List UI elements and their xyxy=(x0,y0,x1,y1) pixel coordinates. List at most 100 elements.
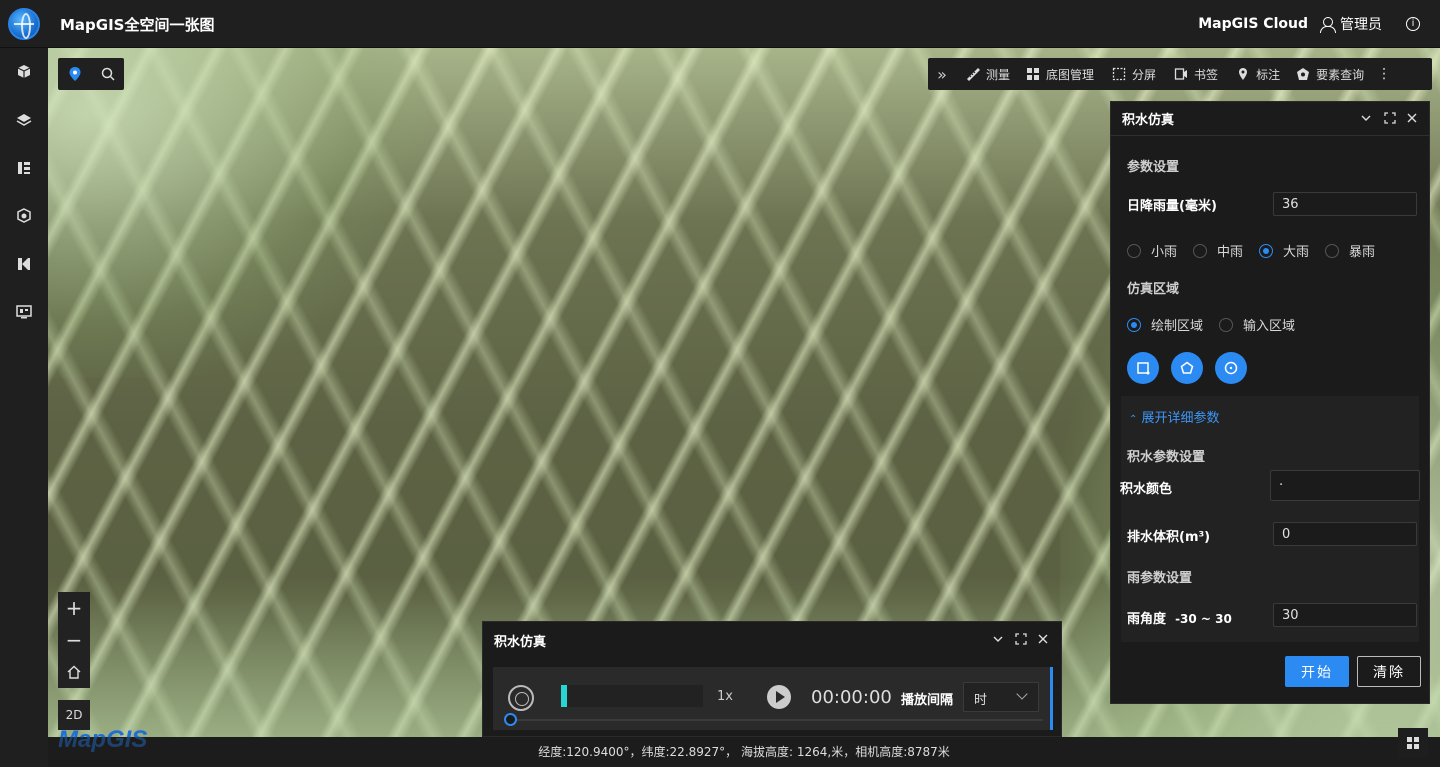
toolbar-annotate-label: 标注 xyxy=(1256,67,1281,82)
rectangle-icon xyxy=(1137,362,1150,375)
collapse-chevron-icon[interactable] xyxy=(1359,112,1373,126)
toolbar-basemap-label: 底图管理 xyxy=(1046,67,1095,82)
zoom-controls: + − xyxy=(58,592,90,688)
polygon-icon xyxy=(1180,361,1194,374)
playback-header: 积水仿真 xyxy=(483,622,1061,658)
panel-header: 积水仿真 xyxy=(1111,102,1429,136)
toolbar-basemap[interactable]: 底图管理 xyxy=(1026,58,1094,90)
zoom-in-button[interactable]: + xyxy=(58,592,90,624)
chevron-up-icon: ⌃ xyxy=(1129,414,1138,425)
toolbar-bookmark-label: 书签 xyxy=(1194,67,1219,82)
catalog-icon xyxy=(18,162,30,174)
coordinate-status-bar: 经度:120.9400°，纬度:22.8927°， 海拔高度: 1264,米，相… xyxy=(48,737,1440,767)
interval-label: 播放间隔 xyxy=(901,693,954,708)
draw-circle-button[interactable] xyxy=(1215,352,1247,384)
rainfall-input[interactable] xyxy=(1273,192,1417,216)
toolbar-bookmark[interactable]: 书签 xyxy=(1174,58,1218,90)
radio-label: 暴雨 xyxy=(1349,245,1376,260)
analysis-icon xyxy=(18,258,30,270)
search-icon xyxy=(101,67,115,81)
playback-panel: 积水仿真 1x 00:00:00 播放间隔 时 xyxy=(482,621,1062,737)
draw-rectangle-button[interactable] xyxy=(1127,352,1159,384)
interval-select[interactable]: 时 xyxy=(963,682,1039,712)
cloud-link[interactable]: MapGIS Cloud xyxy=(1198,16,1308,32)
double-chevron-right-icon: » xyxy=(937,64,947,84)
sidebar-item-screen[interactable] xyxy=(0,288,48,336)
drain-volume-input[interactable] xyxy=(1273,522,1417,546)
expand-details-link[interactable]: ⌃ 展开详细参数 xyxy=(1129,407,1220,426)
clear-button[interactable]: 清除 xyxy=(1357,656,1421,687)
location-button[interactable] xyxy=(58,58,91,90)
sidebar-item-layers[interactable] xyxy=(0,96,48,144)
radio-label: 大雨 xyxy=(1283,245,1310,260)
bookmark-icon xyxy=(1174,68,1188,80)
sidebar-item-catalog[interactable] xyxy=(0,144,48,192)
grid-icon xyxy=(1027,68,1040,80)
interval-value: 时 xyxy=(974,693,988,708)
toolbar-query[interactable]: 要素查询 xyxy=(1296,58,1364,90)
close-icon[interactable] xyxy=(1405,112,1419,126)
radio-input-region[interactable]: 输入区域 xyxy=(1219,315,1295,334)
water-color-input[interactable] xyxy=(1270,470,1420,501)
speed-label[interactable]: 1x xyxy=(717,689,733,704)
radio-label: 输入区域 xyxy=(1243,319,1296,334)
pin-icon xyxy=(1239,68,1248,80)
split-icon xyxy=(1112,67,1126,81)
radio-circle xyxy=(1193,243,1208,258)
radio-circle-selected xyxy=(1259,243,1274,258)
radio-heavy-rain[interactable]: 大雨 xyxy=(1259,241,1309,260)
rain-angle-input[interactable] xyxy=(1273,603,1417,627)
sidebar-item-scene[interactable] xyxy=(0,48,48,96)
location-pin-icon xyxy=(69,67,80,81)
rain-level-radio-group: 小雨 中雨 大雨 暴雨 xyxy=(1127,241,1391,260)
model-icon xyxy=(17,208,31,223)
close-icon[interactable] xyxy=(1036,633,1050,647)
radio-moderate-rain[interactable]: 中雨 xyxy=(1193,241,1243,260)
toolbar-measure[interactable]: 测量 xyxy=(966,58,1010,90)
home-button[interactable] xyxy=(58,656,90,688)
chevron-down-icon xyxy=(1016,688,1028,700)
grid-icon xyxy=(1407,737,1419,749)
toolbar-split-label: 分屏 xyxy=(1132,67,1157,82)
locate-target-icon[interactable] xyxy=(508,685,534,711)
play-button[interactable] xyxy=(767,685,791,709)
more-vertical-icon: ⋮ xyxy=(1377,66,1392,82)
toolbar-collapse-button[interactable]: » xyxy=(928,58,956,90)
playback-title: 积水仿真 xyxy=(494,634,547,650)
panel-title: 积水仿真 xyxy=(1122,113,1175,128)
radio-label: 小雨 xyxy=(1151,245,1178,260)
layout-grid-button[interactable] xyxy=(1398,728,1428,758)
query-icon xyxy=(1297,68,1310,80)
water-color-label: 积水颜色 xyxy=(1120,482,1173,497)
start-button[interactable]: 开始 xyxy=(1285,656,1349,687)
radio-draw-region[interactable]: 绘制区域 xyxy=(1127,315,1203,334)
fullscreen-icon[interactable] xyxy=(1383,112,1397,126)
timeline-track[interactable] xyxy=(511,719,1043,721)
search-button[interactable] xyxy=(91,58,124,90)
fullscreen-icon[interactable] xyxy=(1014,633,1028,647)
zoom-out-button[interactable]: − xyxy=(58,624,90,656)
app-title: MapGIS全空间一张图 xyxy=(60,16,215,34)
progress-fill xyxy=(561,685,567,707)
expand-details-label: 展开详细参数 xyxy=(1141,411,1220,426)
toolbar-annotate[interactable]: 标注 xyxy=(1236,58,1280,90)
radio-circle xyxy=(1219,317,1234,332)
user-name[interactable]: 管理员 xyxy=(1340,14,1382,34)
timeline-handle[interactable] xyxy=(504,713,517,726)
toolbar-split[interactable]: 分屏 xyxy=(1112,58,1156,90)
radio-storm-rain[interactable]: 暴雨 xyxy=(1325,241,1375,260)
toolbar-more-button[interactable]: ⋮ xyxy=(1377,58,1392,90)
sidebar-item-analysis[interactable] xyxy=(0,240,48,288)
drain-volume-label: 排水体积(m³) xyxy=(1127,530,1211,545)
home-icon xyxy=(67,665,81,679)
draw-polygon-button[interactable] xyxy=(1171,352,1203,384)
info-icon[interactable]: i xyxy=(1406,17,1420,31)
radio-light-rain[interactable]: 小雨 xyxy=(1127,241,1177,260)
rain-angle-label: 雨角度 -30 ~ 30 xyxy=(1127,612,1232,627)
rainfall-label: 日降雨量(毫米) xyxy=(1127,199,1217,214)
collapse-chevron-icon[interactable] xyxy=(991,633,1005,647)
radio-circle xyxy=(1325,243,1340,258)
param-section-title: 参数设置 xyxy=(1127,160,1180,175)
sidebar-item-model[interactable] xyxy=(0,192,48,240)
screen-icon xyxy=(16,305,32,319)
